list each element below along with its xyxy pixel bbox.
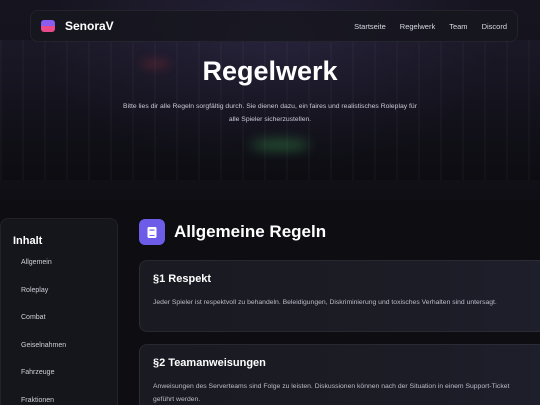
section-header: Allgemeine Regeln <box>139 219 326 245</box>
nav-links: Startseite Regelwerk Team Discord <box>354 22 507 31</box>
rule-text: Anweisungen des Serverteams sind Folge z… <box>153 383 510 403</box>
nav-link-startseite[interactable]: Startseite <box>354 22 386 31</box>
brand-name[interactable]: SenoraV <box>65 19 114 33</box>
rule-card: §2 Teamanweisungen Anweisungen des Serve… <box>139 344 540 405</box>
logo-icon[interactable] <box>41 20 55 32</box>
hero-light-green <box>250 140 310 150</box>
rule-text: Jeder Spieler ist respektvoll zu behande… <box>153 299 497 306</box>
sidebar-title: Inhalt <box>13 235 43 247</box>
sidebar-item-fahrzeuge[interactable]: Fahrzeuge <box>13 369 105 397</box>
rule-title: §2 Teamanweisungen <box>153 357 266 369</box>
sidebar-item-allgemein[interactable]: Allgemein <box>13 259 105 287</box>
page-subtitle: Bitte lies dir alle Regeln sorgfältig du… <box>123 103 417 123</box>
sidebar-item-geiselnahmen[interactable]: Geiselnahmen <box>13 342 105 370</box>
nav-link-regelwerk[interactable]: Regelwerk <box>400 22 435 31</box>
table-of-contents: Inhalt Allgemein Roleplay Combat Geiseln… <box>0 218 118 405</box>
section-title: Allgemeine Regeln <box>174 222 327 241</box>
nav-link-discord[interactable]: Discord <box>482 22 507 31</box>
nav-link-team[interactable]: Team <box>449 22 467 31</box>
sidebar-item-roleplay[interactable]: Roleplay <box>13 287 105 315</box>
sidebar-item-combat[interactable]: Combat <box>13 314 105 342</box>
rule-title: §1 Respekt <box>153 273 212 285</box>
page-title: Regelwerk <box>202 56 338 86</box>
book-icon <box>139 219 165 245</box>
sidebar-item-fraktionen[interactable]: Fraktionen <box>13 397 105 405</box>
rule-card: §1 Respekt Jeder Spieler ist respektvoll… <box>139 260 540 332</box>
navbar: SenoraV Startseite Regelwerk Team Discor… <box>30 10 518 42</box>
